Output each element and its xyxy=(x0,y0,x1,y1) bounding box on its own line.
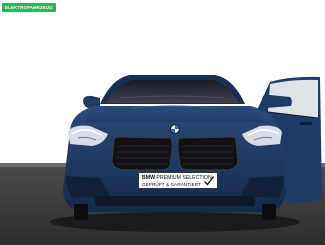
plate-brand: BMW xyxy=(142,174,155,181)
electric-vehicle-badge: ELEKTROFAHRZEUG xyxy=(2,3,56,12)
checkmark-icon xyxy=(204,176,215,186)
car-photo xyxy=(0,0,325,245)
plate-line-2: GEPRÜFT & GARANTIERT xyxy=(142,182,202,187)
lower-bumper xyxy=(95,196,255,206)
plate-line-1: BMW PREMIUM SELECTION xyxy=(142,175,212,181)
badge-label: ELEKTROFAHRZEUG xyxy=(5,5,53,10)
grille-right xyxy=(177,136,239,171)
car-front-illustration xyxy=(0,0,325,245)
right-wheel xyxy=(262,204,276,220)
license-plate: BMW PREMIUM SELECTION GEPRÜFT & GARANTIE… xyxy=(138,172,218,189)
grille-left xyxy=(111,136,173,171)
hood xyxy=(86,106,262,122)
right-mirror xyxy=(262,94,292,108)
windshield xyxy=(106,80,239,103)
left-wheel xyxy=(74,204,88,220)
